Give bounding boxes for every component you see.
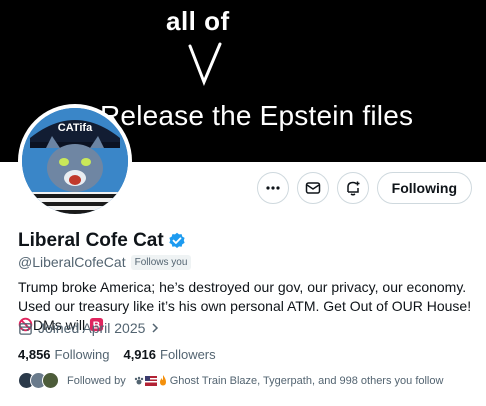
display-name: Liberal Cofe Cat	[18, 230, 164, 251]
following-button[interactable]: Following	[376, 172, 472, 204]
followed-by-row[interactable]: Followed by Ghost Train Blaze, Tygerpath…	[18, 372, 443, 389]
banner-check-mark-icon	[188, 42, 222, 86]
following-stat[interactable]: 4,856 Following	[18, 347, 109, 362]
banner-top-text: all of	[166, 6, 230, 36]
message-button[interactable]	[296, 172, 329, 204]
verified-badge-icon[interactable]	[168, 232, 186, 250]
cat-avatar-image: CATifa	[22, 108, 128, 214]
mini-avatar	[42, 372, 59, 389]
followed-by-prefix: Followed by	[67, 374, 126, 387]
handle-row: @LiberalCofeCat Follows you	[18, 254, 192, 270]
display-name-row: Liberal Cofe Cat	[18, 230, 186, 252]
flag-icon	[144, 375, 157, 386]
user-handle: @LiberalCofeCat	[18, 254, 126, 270]
following-count: 4,856	[18, 347, 51, 362]
followed-by-avatars	[18, 372, 59, 389]
notify-button[interactable]	[336, 172, 369, 204]
follows-you-badge: Follows you	[130, 254, 192, 270]
more-button[interactable]	[256, 172, 289, 204]
joined-row: Joined April 2025	[18, 320, 160, 336]
bio-text: Trump broke America; he’s destroyed our …	[18, 279, 472, 314]
calendar-icon	[19, 322, 32, 335]
joined-date: Joined April 2025	[38, 320, 146, 336]
profile-avatar[interactable]: CATifa	[18, 104, 132, 218]
following-label: Following	[54, 347, 110, 362]
followers-label: Followers	[160, 347, 216, 362]
chevron-right-icon[interactable]	[150, 322, 160, 334]
profile-actions: Following	[256, 172, 472, 204]
avatar-cap-text: CATifa	[57, 122, 93, 134]
banner-main-text: Release the Epstein files	[100, 100, 414, 131]
followers-stat[interactable]: 4,916 Followers	[123, 347, 215, 362]
followed-by-emojis	[134, 375, 168, 386]
bell-plus-icon	[346, 181, 360, 196]
envelope-icon	[305, 182, 320, 194]
followers-count: 4,916	[123, 347, 157, 362]
paw-icon	[134, 376, 143, 384]
more-dots-icon	[266, 186, 280, 190]
follow-stats: 4,856 Following 4,916 Followers	[18, 347, 216, 362]
followed-by-text: Ghost Train Blaze, Tygerpath, and 998 ot…	[169, 374, 444, 387]
fire-icon	[159, 375, 166, 386]
